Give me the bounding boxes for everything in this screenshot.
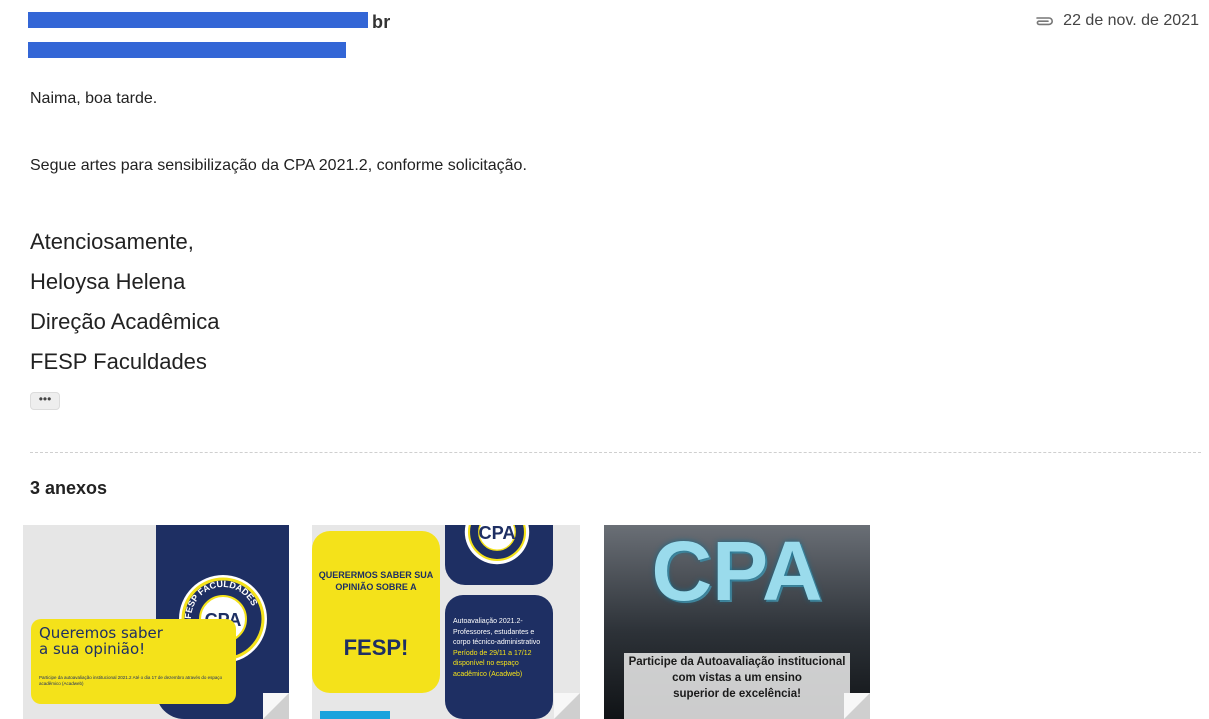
info-box-line: Autoavaliação 2021.2- Professores, estud… <box>453 618 541 646</box>
caption-text: Participe da Autoavaliação institucional… <box>624 654 850 702</box>
info-box-line: Período de 29/11 a 17/12 disponível no e… <box>453 649 532 678</box>
redaction-bar-sender <box>28 12 368 28</box>
yellow-panel <box>312 531 440 693</box>
thumbnail-title: Queremos saber a sua opinião! <box>39 625 163 657</box>
thumbnail-question: QUERERMOS SABER SUA OPINIÃO SOBRE A <box>318 570 434 592</box>
signature-line: Heloysa Helena <box>30 269 186 294</box>
page-curl <box>554 693 580 719</box>
thumbnail-title-line: Queremos saber <box>39 624 163 642</box>
thumbnail-title-line: a sua opinião! <box>39 640 146 658</box>
attachment-thumbnail-3[interactable]: CPA Participe da Autoavaliação instituci… <box>604 525 870 719</box>
page-curl <box>263 693 289 719</box>
caption-line: superior de excelência! <box>673 688 801 700</box>
info-box-text: Autoavaliação 2021.2- Professores, estud… <box>453 617 548 680</box>
sender-suffix: br <box>372 12 391 32</box>
signature-line: FESP Faculdades <box>30 349 207 374</box>
message-date: 22 de nov. de 2021 <box>1033 12 1199 30</box>
seal-center-text: CPA <box>478 525 515 543</box>
thumbnail-fine-print: Participe da autoavaliação institucional… <box>39 675 223 686</box>
divider <box>30 452 1201 453</box>
cpa-seal-logo: CPA <box>464 525 530 565</box>
caption-line: com vistas a um ensino <box>672 672 802 684</box>
signature-line: Atenciosamente, <box>30 229 194 254</box>
attachment-thumbnail-1[interactable]: FESP FACULDADES CPA Queremos saber a sua… <box>23 525 289 719</box>
attachments-count: 3 anexos <box>30 478 108 498</box>
signature-block: Atenciosamente, Heloysa Helena Direção A… <box>30 222 220 382</box>
signature-line: Direção Acadêmica <box>30 309 220 334</box>
show-trimmed-content-button[interactable]: ••• <box>30 392 60 410</box>
message-body: Segue artes para sensibilização da CPA 2… <box>30 157 527 174</box>
attachment-thumbnail-2[interactable]: QUERERMOS SABER SUA OPINIÃO SOBRE A FESP… <box>312 525 580 719</box>
date-text: 22 de nov. de 2021 <box>1063 12 1199 29</box>
cpa-big-text: CPA <box>651 525 823 618</box>
caption-line: Participe da Autoavaliação institucional <box>628 656 846 668</box>
attachment-icon <box>1033 14 1055 28</box>
redaction-bar-recipient <box>28 42 346 58</box>
thumbnail-fesp: FESP! <box>343 635 409 660</box>
cyan-accent <box>320 711 390 719</box>
page-curl <box>844 693 870 719</box>
greeting-text: Naima, boa tarde. <box>30 90 158 107</box>
